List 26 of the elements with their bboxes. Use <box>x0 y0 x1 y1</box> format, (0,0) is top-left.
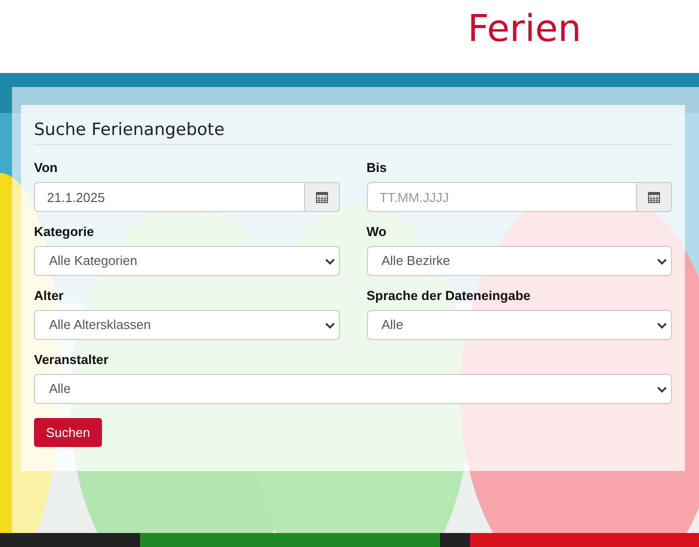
dropdown[interactable]: Alle <box>366 310 672 340</box>
search-button[interactable]: Suchen <box>34 418 102 447</box>
dropdown[interactable]: Alle Kategorien <box>34 246 340 276</box>
calendar-icon <box>648 191 660 203</box>
chevron-down-icon <box>324 258 334 264</box>
field-label: Veranstalter <box>34 352 110 368</box>
calendar-button[interactable] <box>304 182 340 212</box>
field-label: Alter <box>34 288 65 304</box>
field-label: Kategorie <box>34 224 95 240</box>
calendar-button[interactable] <box>637 182 672 212</box>
date-field[interactable]: 21.1.2025 <box>34 182 304 212</box>
field-label: Sprache der Dateneingabe <box>366 288 532 304</box>
chevron-down-icon <box>657 386 667 392</box>
dropdown[interactable]: Alle <box>34 374 672 404</box>
form-title: Suche Ferienangebote <box>34 119 672 145</box>
field-label: Von <box>34 160 59 176</box>
chevron-down-icon <box>324 322 334 328</box>
chevron-down-icon <box>657 258 667 264</box>
dropdown[interactable]: Alle Bezirke <box>366 246 672 276</box>
page-title: Ferien <box>468 8 582 50</box>
dropdown[interactable]: Alle Altersklassen <box>34 310 340 340</box>
date-field[interactable]: TT.MM.JJJJ <box>366 182 637 212</box>
field-label: Bis <box>366 160 388 176</box>
calendar-icon <box>316 191 328 203</box>
field-label: Wo <box>366 224 388 240</box>
chevron-down-icon <box>657 322 667 328</box>
